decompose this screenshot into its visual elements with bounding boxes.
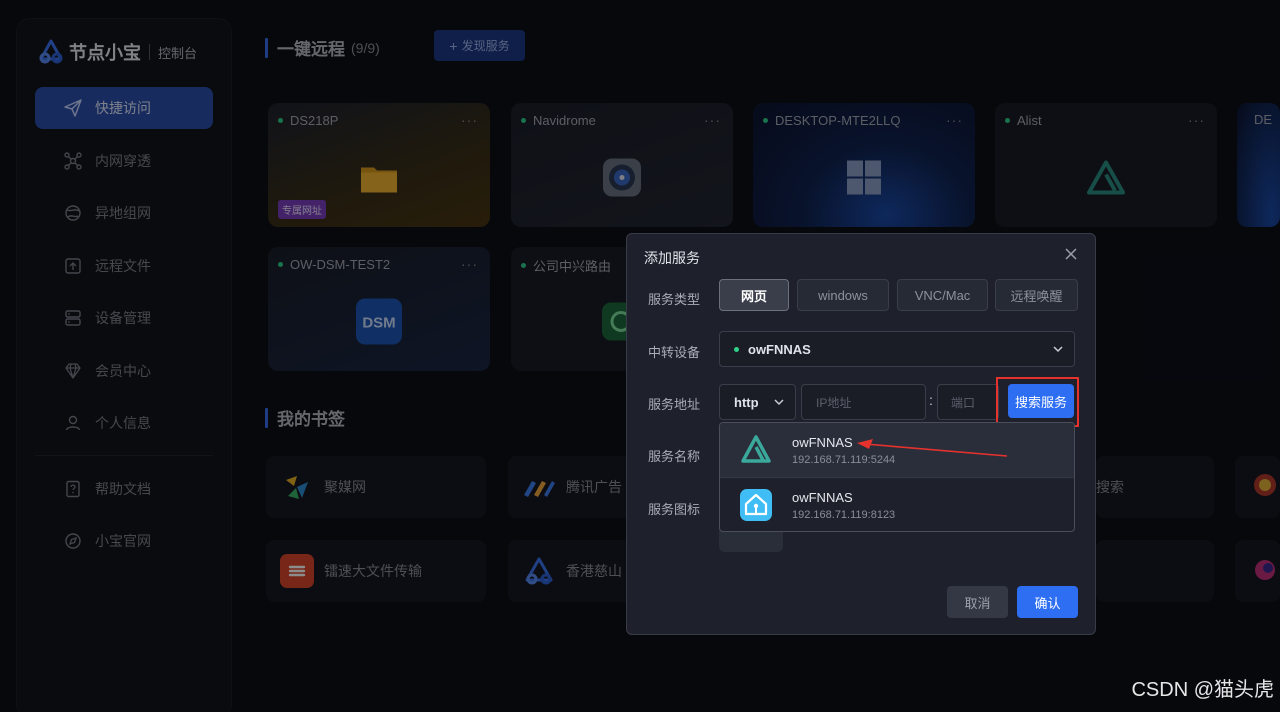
relay-device-select[interactable]: owFNNAS: [719, 331, 1075, 367]
service-name-label: 服务名称: [648, 449, 701, 464]
search-result-item[interactable]: owFNNAS 192.168.71.119:8123: [720, 478, 1074, 531]
result-name: owFNNAS: [792, 435, 853, 450]
home-assistant-icon: [740, 489, 772, 521]
protocol-value: http: [734, 394, 759, 410]
type-wake-on-lan-button[interactable]: 远程唤醒: [995, 279, 1078, 311]
ip-address-input[interactable]: IP地址: [801, 384, 926, 420]
service-address-label: 服务地址: [648, 397, 701, 412]
result-address: 192.168.71.119:8123: [792, 509, 896, 521]
dialog-title: 添加服务: [644, 250, 700, 266]
chevron-down-icon: [774, 399, 784, 406]
add-service-dialog: 添加服务 服务类型 网页 windows VNC/Mac 远程唤醒 中转设备 o…: [626, 233, 1096, 635]
address-colon: :: [929, 392, 933, 408]
service-icon-label: 服务图标: [648, 502, 701, 517]
confirm-button[interactable]: 确认: [1017, 586, 1078, 618]
alist-icon: [741, 435, 771, 463]
protocol-select[interactable]: http: [719, 384, 796, 420]
service-icon-picker[interactable]: [719, 530, 783, 552]
close-icon[interactable]: [1063, 246, 1079, 262]
relay-device-value: owFNNAS: [748, 341, 811, 357]
annotation-highlight-box: [996, 377, 1079, 427]
relay-device-label: 中转设备: [648, 345, 701, 360]
cancel-button[interactable]: 取消: [947, 586, 1008, 618]
watermark: CSDN @猫头虎: [1131, 679, 1274, 701]
type-vnc-mac-button[interactable]: VNC/Mac: [897, 279, 988, 311]
chevron-down-icon: [1053, 346, 1063, 353]
port-input[interactable]: 端口: [937, 384, 999, 420]
online-dot: [734, 346, 739, 352]
type-windows-button[interactable]: windows: [797, 279, 889, 311]
type-web-button[interactable]: 网页: [719, 279, 789, 311]
result-name: owFNNAS: [792, 490, 853, 505]
annotation-arrow-icon: [857, 439, 1008, 457]
service-type-label: 服务类型: [648, 292, 701, 307]
